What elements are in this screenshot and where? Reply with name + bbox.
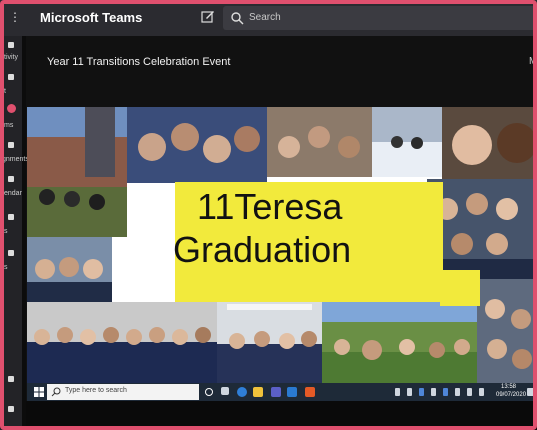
cortana-icon[interactable] xyxy=(205,388,213,396)
calls-icon[interactable] xyxy=(8,214,14,220)
teams-icon[interactable] xyxy=(7,104,16,113)
calendar-icon[interactable] xyxy=(8,176,14,182)
tray-app-icon[interactable] xyxy=(407,388,412,396)
tray-battery-icon[interactable] xyxy=(443,388,448,396)
meeting-title: Year 11 Transitions Celebration Event xyxy=(47,56,231,68)
banner-title-line2: Graduation xyxy=(173,229,352,270)
app-launcher-icon[interactable]: ⋮ xyxy=(9,10,21,24)
edge-icon[interactable] xyxy=(237,387,247,397)
assignments-icon[interactable] xyxy=(8,142,14,148)
photo-church-lawn xyxy=(27,107,127,237)
teams-title-bar: ⋮ Microsoft Teams Search xyxy=(0,0,537,36)
photo-girls-indoor xyxy=(267,107,372,177)
photo-classroom xyxy=(217,289,322,383)
outlook-icon[interactable] xyxy=(287,387,297,397)
photo-uniform-group-right xyxy=(427,179,537,279)
windows-logo-icon[interactable] xyxy=(34,387,44,397)
tray-network-icon[interactable] xyxy=(419,388,424,396)
office-icon[interactable] xyxy=(305,387,315,397)
chat-icon[interactable] xyxy=(8,74,14,80)
tray-chevron-icon[interactable] xyxy=(395,388,400,396)
taskbar-clock-time[interactable]: 13:58 xyxy=(501,384,516,390)
activity-icon[interactable] xyxy=(8,42,14,48)
teams-taskbar-icon[interactable] xyxy=(271,387,281,397)
shared-screen-collage: 11Teresa Graduation xyxy=(27,107,537,383)
rail-item-files[interactable]: s xyxy=(4,264,8,271)
photo-class-group xyxy=(27,302,217,383)
search-input[interactable]: Search xyxy=(223,6,537,30)
rail-item-chat[interactable]: t xyxy=(4,88,6,95)
task-view-icon[interactable] xyxy=(221,387,229,395)
photo-garden-group xyxy=(322,302,477,383)
help-icon[interactable] xyxy=(8,406,14,412)
windows-taskbar: Type here to search 13:58 09/07/2020 xyxy=(27,383,537,401)
search-placeholder: Search xyxy=(249,12,281,23)
photo-selfie-group xyxy=(127,107,267,183)
search-icon xyxy=(231,12,244,25)
photo-snow-scene xyxy=(372,107,442,177)
meeting-more-label[interactable]: M xyxy=(529,56,537,67)
tray-keyboard-icon[interactable] xyxy=(479,388,484,396)
stage-bottom-area xyxy=(26,401,537,430)
tray-onedrive-icon[interactable] xyxy=(455,388,460,396)
tray-volume-icon[interactable] xyxy=(431,388,436,396)
taskbar-search-placeholder: Type here to search xyxy=(65,387,127,394)
apps-icon[interactable] xyxy=(8,376,14,382)
teams-left-rail: tivity t ms gnments endar s s xyxy=(0,36,29,430)
tray-speaker-icon[interactable] xyxy=(467,388,472,396)
taskbar-clock-date[interactable]: 09/07/2020 xyxy=(496,392,526,398)
compose-icon[interactable] xyxy=(201,9,215,23)
photo-two-girls-closeup xyxy=(442,107,537,179)
files-icon[interactable] xyxy=(8,250,14,256)
file-explorer-icon[interactable] xyxy=(253,387,263,397)
graduation-banner-extension xyxy=(440,270,480,306)
photo-friends-sofa xyxy=(27,237,112,302)
rail-item-calendar[interactable]: endar xyxy=(4,190,22,197)
taskbar-search-icon xyxy=(51,387,61,397)
notification-icon[interactable] xyxy=(527,388,534,396)
rail-item-calls[interactable]: s xyxy=(4,228,8,235)
rail-item-assignments[interactable]: gnments xyxy=(2,156,29,163)
app-title: Microsoft Teams xyxy=(40,10,143,25)
taskbar-search-input[interactable]: Type here to search xyxy=(47,384,199,400)
banner-title-line1: 11Teresa xyxy=(197,186,343,227)
rail-item-teams[interactable]: ms xyxy=(4,122,13,129)
rail-item-activity[interactable]: tivity xyxy=(4,54,18,61)
photo-selfie-right-bottom xyxy=(477,279,537,383)
